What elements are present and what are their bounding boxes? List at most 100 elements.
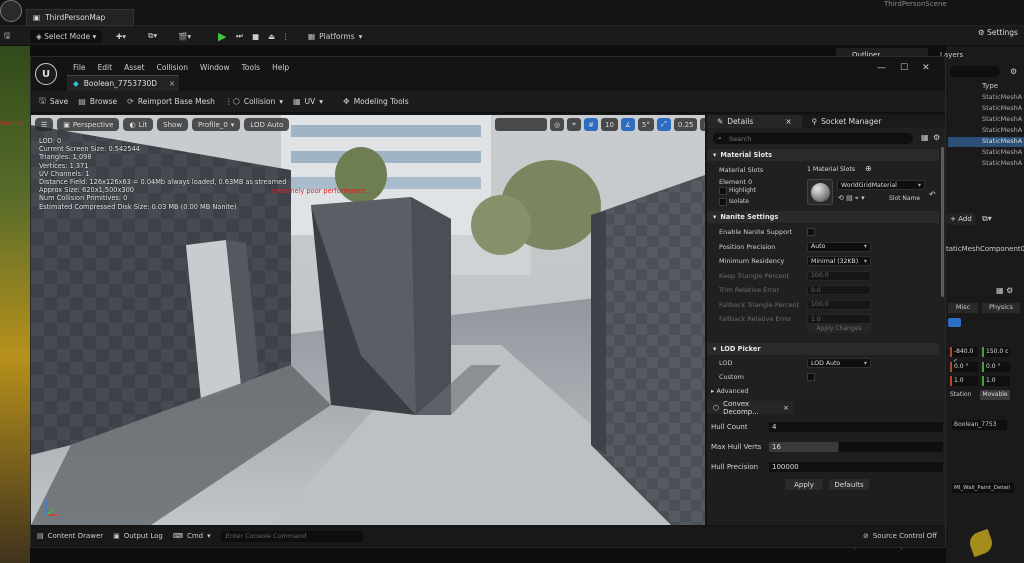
max-hull-verts-slider[interactable]: 16 — [769, 442, 943, 452]
rotation-snap-value[interactable]: 5° — [637, 118, 654, 131]
close-icon[interactable]: ✕ — [922, 63, 930, 73]
content-drawer-button[interactable]: ▤ Content Drawer — [37, 532, 103, 540]
lit-dropdown[interactable]: ◐ Lit — [123, 118, 154, 131]
menu-help[interactable]: Help — [266, 61, 295, 74]
grid-view-icon[interactable]: ▦ ⚙ — [996, 286, 1013, 295]
eject-icon[interactable]: ⏏ — [268, 28, 275, 44]
custom-checkbox[interactable] — [807, 373, 815, 381]
maximize-icon[interactable]: ☐ — [900, 63, 908, 73]
play-icon[interactable]: ▶ — [218, 28, 226, 44]
add-slot-icon[interactable]: ⊕ — [865, 164, 872, 173]
location-y-field[interactable]: 150.0 c — [982, 347, 1010, 357]
unreal-logo-icon[interactable]: U — [35, 63, 57, 85]
lod-select[interactable]: LOD Auto ▾ — [807, 358, 871, 368]
nanite-number-field[interactable]: 100.0 — [807, 270, 871, 281]
isolate-checkbox[interactable] — [719, 198, 727, 206]
tab-level-map[interactable]: ▣ ThirdPersonMap — [26, 9, 134, 26]
outliner-row[interactable]: StaticMeshA — [948, 115, 1024, 125]
reimport-button[interactable]: ⟳ Reimport Base Mesh — [127, 97, 215, 106]
menu-edit[interactable]: Edit — [92, 61, 119, 74]
details-scrollbar[interactable] — [941, 147, 944, 297]
transform-toggle[interactable] — [495, 118, 547, 131]
save-button[interactable]: 🖫 Save — [39, 95, 68, 109]
grid-snap-icon[interactable]: # — [584, 118, 598, 131]
scale-snap-value[interactable]: 0.25 — [673, 118, 698, 131]
settings-button[interactable]: ⚙ Settings — [978, 28, 1018, 37]
hull-precision-field[interactable]: 100000 — [769, 462, 943, 472]
save-all-icon[interactable]: 🖫 — [4, 28, 10, 44]
nanite-select[interactable]: Minimal (32KB) ▾ — [807, 256, 871, 266]
tab-socket-manager[interactable]: ⚲ Socket Manager — [802, 115, 892, 128]
show-dropdown[interactable]: Show — [157, 118, 189, 131]
mobility-station[interactable]: Station — [950, 391, 971, 398]
menu-collision[interactable]: Collision — [151, 61, 194, 74]
source-control-button[interactable]: ⊘ Source Control Off — [863, 532, 937, 540]
tab-physics[interactable]: Physics — [982, 303, 1020, 313]
grid-size-dropdown[interactable]: 10 — [601, 118, 618, 131]
defaults-button[interactable]: Defaults — [829, 479, 869, 490]
mesh-viewport[interactable]: ☰ ▣ Perspective ◐ Lit Show Profile_0 ▾ LOD … — [31, 115, 705, 525]
material-thumbnail[interactable] — [807, 179, 833, 205]
nanite-number-field[interactable]: 0.0 — [807, 285, 871, 295]
viewport-options-button[interactable]: ☰ — [35, 118, 54, 131]
rotation-y-field[interactable]: 0.0 ° — [982, 362, 1010, 372]
static-mesh-reference[interactable]: Boolean_7753 — [952, 420, 1007, 430]
camera-speed-icon[interactable]: ▶ — [700, 118, 705, 131]
cinematics-icon[interactable]: 🎬▾ — [178, 28, 191, 44]
scale-snap-icon[interactable]: ⤢ — [656, 118, 671, 131]
close-tab-icon[interactable]: × — [785, 117, 791, 126]
material-select[interactable]: WorldGridMaterial ▾ — [837, 180, 925, 190]
filter-toggle[interactable] — [948, 318, 961, 327]
step-icon[interactable]: ⏭ — [236, 28, 243, 44]
uv-dropdown[interactable]: ▦ UV ▾ — [293, 97, 323, 106]
nanite-checkbox[interactable] — [807, 228, 815, 236]
type-column-header[interactable]: Type — [982, 82, 998, 90]
select-mode-button[interactable]: ◈ Select Mode ▾ — [30, 28, 103, 44]
grid-view-icon[interactable]: ▦ — [921, 133, 929, 142]
outliner-row[interactable]: StaticMeshA — [948, 148, 1024, 158]
modeling-tools-button[interactable]: ✥ Modeling Tools — [343, 97, 409, 106]
section-material-slots[interactable]: ▾ Material Slots — [707, 149, 939, 161]
output-log-button[interactable]: ▣ Output Log — [113, 532, 163, 540]
hull-count-field[interactable]: 4 — [769, 422, 943, 432]
component-label[interactable]: taticMeshComponent0) — [946, 245, 1024, 253]
blueprint-icon[interactable]: ⧉▾ — [982, 214, 992, 224]
location-x-field[interactable]: -840.0 c — [950, 347, 978, 365]
world-icon[interactable]: ◎ — [550, 118, 564, 131]
nanite-select[interactable]: Auto ▾ — [807, 241, 871, 252]
menu-tools[interactable]: Tools — [236, 61, 266, 74]
material-reference[interactable]: MI_Wall_Paint_Detail — [952, 483, 1014, 493]
outliner-row-selected[interactable]: StaticMeshA — [948, 137, 1024, 147]
outliner-row[interactable]: StaticMeshA — [948, 93, 1024, 103]
details-search-input[interactable]: ⌕ Search — [713, 133, 913, 144]
collision-dropdown[interactable]: ⋮⬡ Collision ▾ — [225, 97, 283, 106]
scale-y-field[interactable]: 1.0 — [982, 376, 1010, 386]
section-nanite-settings[interactable]: ▾ Nanite Settings — [707, 211, 939, 223]
outliner-row[interactable]: StaticMeshA — [948, 159, 1024, 169]
apply-button[interactable]: Apply — [785, 479, 823, 490]
stop-icon[interactable]: ■ — [252, 28, 259, 44]
gear-icon[interactable]: ⚙ — [933, 133, 940, 142]
scale-x-field[interactable]: 1.0 — [950, 376, 978, 386]
unreal-logo-icon[interactable] — [0, 0, 22, 22]
outliner-search-input[interactable] — [950, 66, 1000, 77]
perspective-dropdown[interactable]: ▣ Perspective — [57, 118, 120, 131]
section-lod-picker[interactable]: ▾ LOD Picker — [707, 343, 939, 355]
browse-button[interactable]: ▤ Browse — [78, 97, 117, 106]
outliner-row[interactable]: StaticMeshA — [948, 104, 1024, 114]
material-actions-icon[interactable]: ⟲ ▤ ⌖ ▾ — [838, 194, 865, 203]
add-component-button[interactable]: + Add — [946, 213, 976, 225]
tab-asset[interactable]: ◆ Boolean_7753730D × — [67, 75, 179, 91]
profile-dropdown[interactable]: Profile_0 ▾ — [192, 118, 241, 131]
reset-icon[interactable]: ↶ — [929, 190, 936, 199]
blueprint-icon[interactable]: ⧉▾ — [148, 28, 157, 44]
surface-snap-icon[interactable]: ⌖ — [567, 118, 581, 131]
add-content-icon[interactable]: ✚▾ — [116, 28, 126, 44]
minimize-icon[interactable]: — — [877, 63, 886, 73]
tab-convex-decomposition[interactable]: ⬡ Convex Decomp... × — [707, 400, 793, 416]
rotation-x-field[interactable]: 0.0 ° — [950, 362, 978, 372]
cmd-dropdown[interactable]: ⌨ Cmd ▾ — [173, 532, 211, 540]
advanced-expander[interactable]: ▸ Advanced — [711, 387, 748, 395]
console-input[interactable]: Enter Console Command — [220, 530, 363, 542]
close-tab-icon[interactable]: × — [169, 79, 175, 88]
